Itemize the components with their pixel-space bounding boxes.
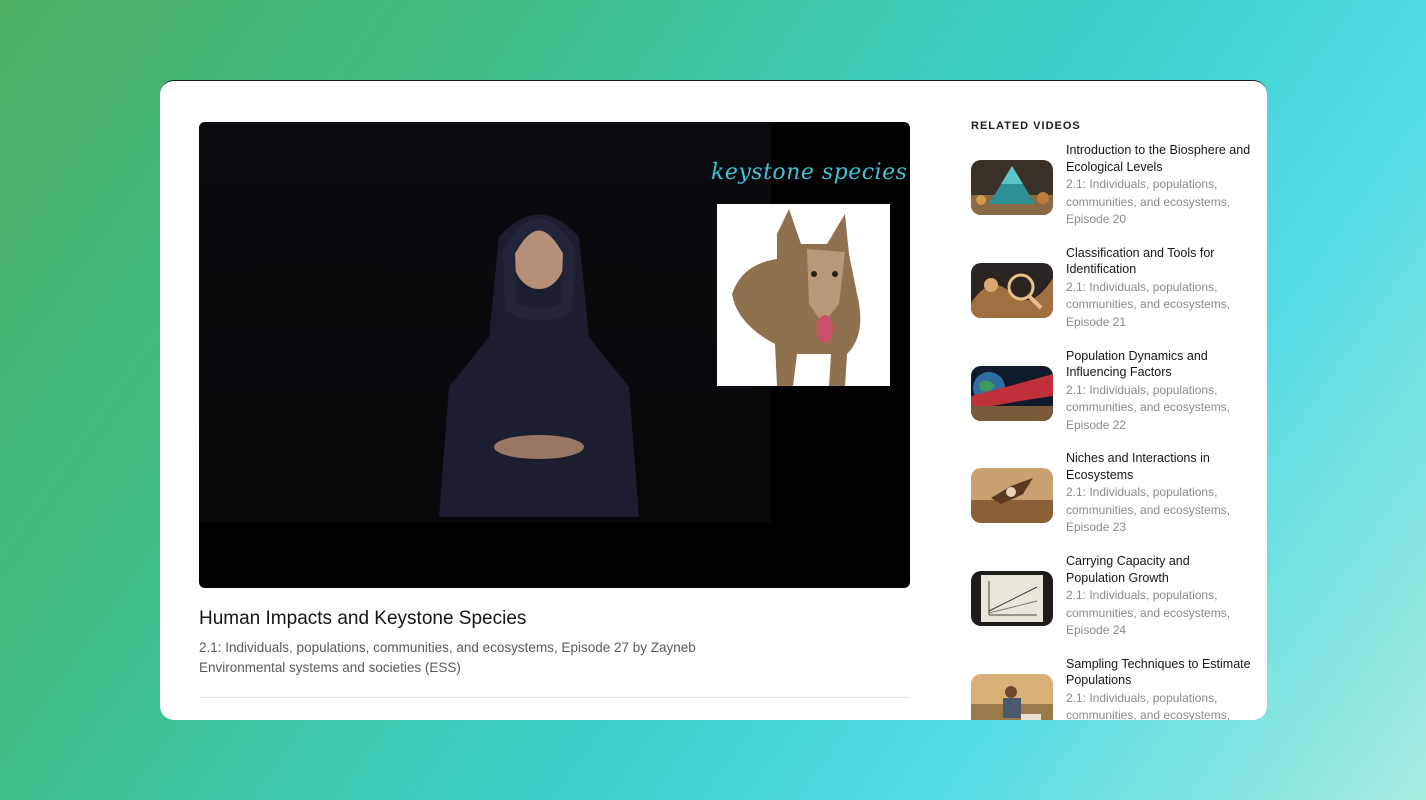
related-video-subtitle: 2.1: Individuals, populations, communiti…	[1066, 588, 1231, 638]
related-video-item[interactable]: Classification and Tools for Identificat…	[971, 245, 1261, 348]
related-video-item[interactable]: Carrying Capacity and Population Growth …	[971, 553, 1261, 656]
graph-thumbnail	[971, 571, 1053, 627]
related-video-item[interactable]: Introduction to the Biosphere and Ecolog…	[971, 142, 1261, 245]
video-player[interactable]: keystone species	[199, 122, 910, 588]
overlay-keystone-text: keystone species	[711, 160, 908, 185]
related-video-item[interactable]: Niches and Interactions in Ecosystems 2.…	[971, 450, 1261, 553]
video-meta-course[interactable]: Environmental systems and societies (ESS…	[199, 658, 696, 678]
video-meta-episode: 2.1: Individuals, populations, communiti…	[199, 640, 696, 655]
presenter-figure	[439, 214, 639, 517]
related-video-subtitle: 2.1: Individuals, populations, communiti…	[1066, 279, 1231, 329]
related-video-item[interactable]: Sampling Techniques to Estimate Populati…	[971, 656, 1261, 720]
related-videos-list: Introduction to the Biosphere and Ecolog…	[971, 142, 1261, 720]
related-video-subtitle: 2.1: Individuals, populations, communiti…	[1066, 177, 1231, 226]
related-video-title[interactable]: Carrying Capacity and Population Growth	[1066, 553, 1251, 586]
related-video-title[interactable]: Population Dynamics and Influencing Fact…	[1066, 348, 1251, 381]
magnifier-thumbnail	[971, 262, 1053, 318]
related-video-title[interactable]: Classification and Tools for Identificat…	[1066, 245, 1251, 278]
background-frame: keystone species Human Impacts and Keyst…	[0, 0, 1426, 800]
related-video-item[interactable]: Population Dynamics and Influencing Fact…	[971, 348, 1261, 451]
divider	[199, 697, 910, 698]
earth-crowd-thumbnail	[971, 365, 1053, 421]
content-card: keystone species Human Impacts and Keyst…	[160, 80, 1267, 720]
related-videos-heading: RELATED VIDEOS	[971, 120, 1081, 132]
pyramid-thumbnail	[971, 160, 1053, 215]
related-video-subtitle: 2.1: Individuals, populations, communiti…	[1066, 690, 1231, 720]
related-video-title[interactable]: Introduction to the Biosphere and Ecolog…	[1066, 142, 1251, 175]
related-video-title[interactable]: Sampling Techniques to Estimate Populati…	[1066, 656, 1251, 689]
related-video-subtitle: 2.1: Individuals, populations, communiti…	[1066, 382, 1231, 432]
field-sampling-thumbnail	[971, 673, 1053, 720]
related-video-subtitle: 2.1: Individuals, populations, communiti…	[1066, 485, 1231, 535]
video-title: Human Impacts and Keystone Species	[199, 608, 527, 629]
video-meta: 2.1: Individuals, populations, communiti…	[199, 638, 696, 678]
wolf-image	[717, 204, 890, 386]
hawk-thumbnail	[971, 468, 1053, 524]
related-video-title[interactable]: Niches and Interactions in Ecosystems	[1066, 450, 1251, 483]
